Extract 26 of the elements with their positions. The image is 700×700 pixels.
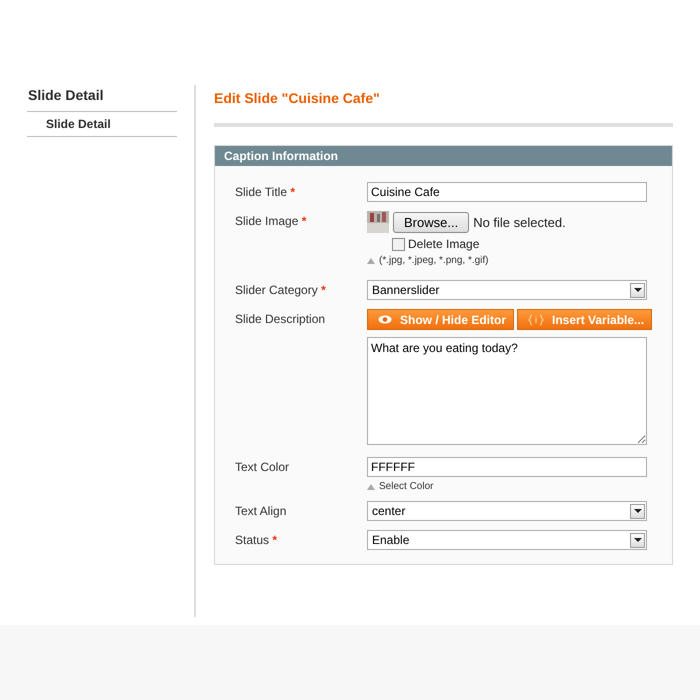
description-textarea[interactable]: What are you eating today? (367, 337, 647, 445)
delete-image-checkbox[interactable]: Delete Image (392, 237, 647, 251)
select-color-link[interactable]: Select Color (379, 481, 434, 492)
triangle-icon (367, 258, 375, 264)
panel-header: Caption Information (215, 146, 672, 166)
color-field[interactable]: FFFFFF (367, 457, 647, 477)
text-field[interactable]: Cuisine Cafe (367, 182, 647, 202)
field-label: Slide Title * (235, 184, 296, 201)
select-field[interactable]: Enable (367, 530, 647, 550)
field-label: Slide Description (235, 311, 326, 328)
field-label: Status * (235, 532, 278, 549)
browse-button[interactable]: Browse... (393, 212, 470, 232)
field-label: Text Align (235, 503, 288, 520)
field-label: Text Color (235, 459, 290, 476)
eye-icon (378, 315, 392, 324)
field-label: Slide Image * (235, 213, 308, 230)
variable-icon (528, 314, 544, 326)
field-label: Slider Category * (235, 282, 327, 299)
select-field[interactable]: center (367, 501, 647, 521)
file-status: No file selected. (473, 214, 566, 230)
select-field[interactable]: Bannerslider (367, 280, 647, 300)
page-title: Edit Slide "Cuisine Cafe" (214, 90, 673, 127)
triangle-icon (367, 484, 375, 490)
file-types-note: (*.jpg, *.jpeg, *.png, *.gif) (379, 255, 489, 266)
sidebar-tab[interactable]: Slide Detail (27, 112, 177, 137)
sidebar-title: Slide Detail (27, 85, 177, 112)
